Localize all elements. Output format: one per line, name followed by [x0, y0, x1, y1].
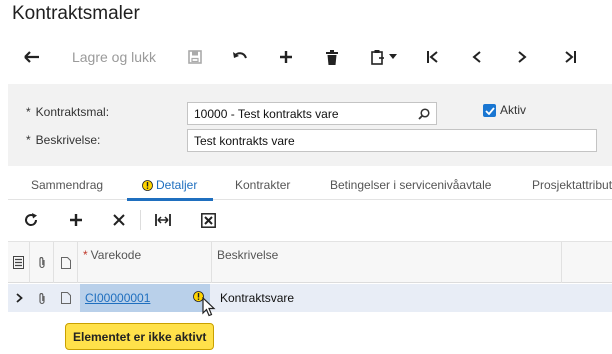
form-panel: * Kontraktsmal: 10000 - Test kontrakts va… — [8, 84, 612, 166]
tab-details-label: Detaljer — [156, 178, 198, 192]
next-record-button[interactable] — [509, 38, 535, 76]
undo-icon — [233, 52, 247, 59]
first-record-button[interactable] — [420, 38, 446, 76]
list-settings-icon — [13, 256, 24, 269]
active-label: Aktiv — [500, 103, 527, 117]
warning-icon — [142, 179, 153, 191]
last-record-button[interactable] — [557, 38, 583, 76]
refresh-button[interactable] — [18, 201, 44, 239]
paperclip-icon — [39, 292, 45, 304]
tab-bar: Sammendrag Detaljer Kontrakter Betingels… — [8, 172, 612, 201]
description-field[interactable]: Test kontrakts vare — [187, 129, 597, 152]
table-row[interactable]: CI00000001 Kontraktsvare — [8, 284, 612, 312]
clipboard-icon — [371, 50, 384, 65]
fit-width-icon — [155, 214, 171, 226]
tab-project-attributes[interactable]: Prosjektattribut — [532, 178, 612, 192]
row-note[interactable] — [54, 284, 78, 312]
excel-icon — [200, 212, 216, 228]
required-marker: * — [83, 248, 88, 262]
mouse-cursor-icon — [202, 297, 216, 317]
column-header-item-code[interactable]: * Varekode — [78, 242, 212, 283]
description-label-group: * Beskrivelse: — [26, 133, 100, 147]
note-icon — [60, 256, 71, 269]
next-icon — [518, 51, 527, 63]
paperclip-icon — [38, 257, 45, 269]
note-icon — [61, 292, 71, 304]
chevron-right-icon — [15, 293, 23, 303]
fit-columns-button[interactable] — [150, 201, 176, 239]
undo-button[interactable] — [227, 38, 253, 76]
trash-icon — [326, 49, 338, 65]
back-button[interactable] — [18, 38, 46, 76]
row-attachment[interactable] — [30, 284, 54, 312]
attachment-column-header — [30, 242, 54, 283]
delete-row-button[interactable] — [106, 201, 132, 239]
add-button[interactable] — [273, 38, 299, 76]
tab-contracts[interactable]: Kontrakter — [235, 178, 290, 192]
previous-icon — [472, 51, 481, 63]
tab-sla-terms[interactable]: Betingelser i servicenivåavtale — [330, 178, 491, 192]
item-code-header-label: Varekode — [90, 248, 142, 262]
save-and-close-label: Lagre og lukk — [71, 49, 157, 65]
save-button[interactable] — [182, 38, 208, 76]
page-title: Kontraktsmaler — [12, 3, 140, 24]
main-toolbar: Lagre og lukk — [0, 38, 612, 76]
last-page-icon — [565, 51, 576, 63]
grid-header: * Varekode Beskrivelse — [8, 242, 612, 283]
close-icon — [113, 214, 125, 226]
row-selector-header[interactable] — [8, 242, 30, 283]
contract-template-field[interactable]: 10000 - Test kontrakts vare — [187, 102, 437, 125]
save-icon — [188, 50, 202, 64]
description-cell[interactable]: Kontraktsvare — [220, 284, 560, 312]
inactive-item-tooltip: Elementet er ikke aktivt — [65, 323, 215, 350]
save-and-close-button[interactable]: Lagre og lukk — [62, 38, 166, 76]
checkmark-icon — [484, 106, 495, 115]
add-row-button[interactable] — [63, 201, 89, 239]
required-marker: * — [26, 133, 31, 147]
tab-summary[interactable]: Sammendrag — [31, 178, 103, 192]
row-indicator[interactable] — [8, 284, 30, 312]
search-icon[interactable] — [418, 108, 430, 120]
refresh-icon — [25, 213, 38, 226]
contract-template-label: Kontraktsmal: — [35, 105, 110, 119]
item-code-cell[interactable]: CI00000001 — [80, 284, 210, 312]
description-header-label: Beskrivelse — [217, 248, 279, 262]
plus-icon — [280, 51, 292, 63]
back-arrow-icon — [24, 51, 39, 63]
grid-toolbar — [8, 201, 612, 239]
previous-record-button[interactable] — [464, 38, 490, 76]
toolbar-divider — [140, 210, 141, 230]
chevron-down-icon — [389, 54, 397, 59]
export-excel-button[interactable] — [195, 201, 221, 239]
copy-paste-button[interactable] — [364, 38, 404, 76]
item-code-link[interactable]: CI00000001 — [85, 291, 150, 305]
description-value: Test kontrakts vare — [194, 134, 295, 148]
contract-template-value: 10000 - Test kontrakts vare — [194, 107, 339, 121]
active-checkbox[interactable] — [483, 104, 496, 117]
plus-icon — [70, 214, 82, 226]
first-page-icon — [427, 51, 438, 63]
note-column-header — [54, 242, 78, 283]
column-header-description[interactable]: Beskrivelse — [212, 242, 562, 283]
tab-details[interactable]: Detaljer — [142, 178, 197, 192]
delete-button[interactable] — [319, 38, 345, 76]
description-label: Beskrivelse: — [35, 133, 101, 147]
contract-template-label-group: * Kontraktsmal: — [26, 105, 109, 119]
required-marker: * — [26, 105, 31, 119]
column-header-empty — [562, 242, 612, 283]
